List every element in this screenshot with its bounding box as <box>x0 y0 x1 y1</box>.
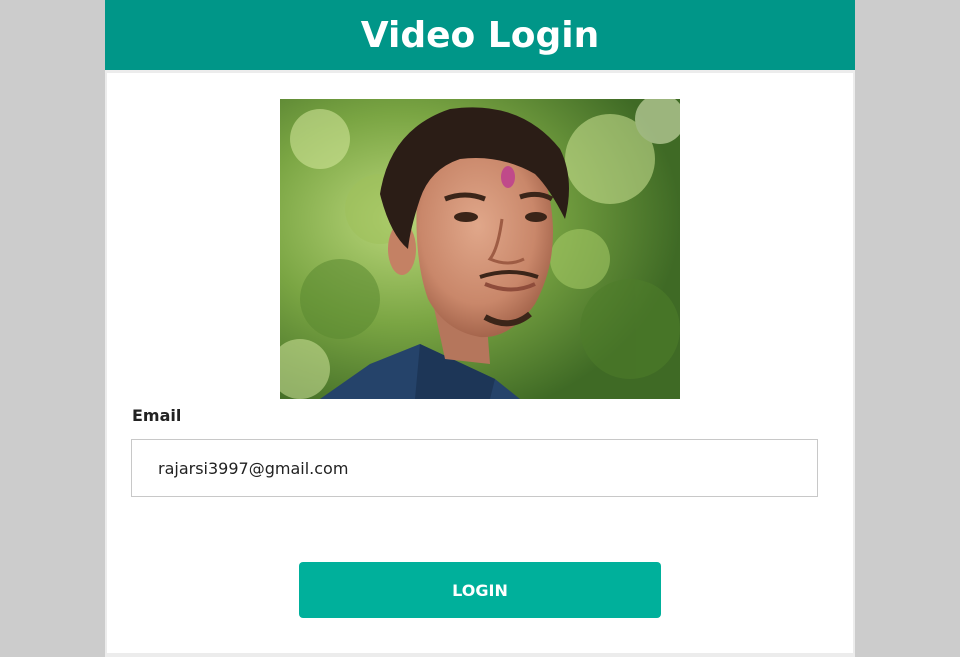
email-field[interactable] <box>131 439 818 497</box>
login-card: Email LOGIN <box>107 73 853 653</box>
login-button[interactable]: LOGIN <box>299 562 661 618</box>
login-page: Video Login Email rajarsi3997@gmail.com … <box>105 0 855 657</box>
page-title: Video Login <box>360 14 600 56</box>
email-label: Email <box>132 406 182 425</box>
user-photo <box>280 99 680 399</box>
header-bar: Video Login <box>105 0 855 70</box>
